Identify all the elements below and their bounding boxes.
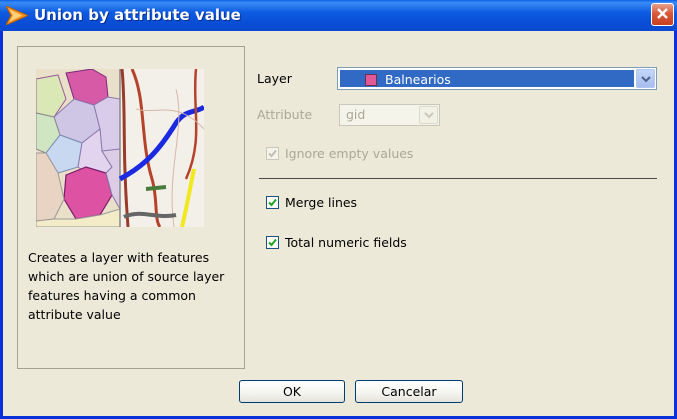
layer-dropdown-button[interactable] — [636, 69, 655, 88]
attribute-select[interactable]: gid — [339, 104, 440, 126]
cancel-button[interactable]: Cancelar — [355, 380, 463, 403]
merge-lines-checkbox[interactable] — [266, 196, 279, 209]
union-map-illustration — [36, 69, 204, 227]
ignore-empty-label: Ignore empty values — [285, 146, 414, 161]
checkmark-icon — [268, 236, 277, 250]
chevron-down-icon — [423, 108, 434, 122]
separator — [259, 178, 657, 180]
layer-value: Balnearios — [385, 72, 451, 87]
title-bar[interactable]: Union by attribute value — [0, 0, 677, 31]
checkmark-icon — [268, 147, 277, 161]
attribute-value: gid — [346, 107, 366, 122]
close-icon — [656, 7, 669, 23]
total-numeric-checkbox[interactable] — [266, 236, 279, 249]
merge-lines-label: Merge lines — [285, 195, 358, 210]
ok-button[interactable]: OK — [239, 380, 345, 403]
chevron-down-icon — [640, 72, 651, 86]
layer-selection-highlight: Balnearios — [340, 70, 634, 87]
window-title: Union by attribute value — [34, 6, 241, 24]
layer-label: Layer — [257, 71, 292, 86]
attribute-label: Attribute — [257, 107, 313, 122]
description-text: Creates a layer with features which are … — [28, 250, 225, 322]
layer-color-swatch — [365, 74, 377, 86]
close-button[interactable] — [651, 3, 674, 26]
ignore-empty-checkbox[interactable] — [266, 147, 279, 160]
dialog-window: Union by attribute value Creates a layer… — [0, 0, 677, 419]
layer-select[interactable]: Balnearios — [337, 67, 657, 90]
attribute-dropdown-button[interactable] — [419, 106, 438, 124]
info-panel: Creates a layer with features which are … — [17, 46, 245, 369]
checkmark-icon — [268, 196, 277, 210]
total-numeric-label: Total numeric fields — [285, 235, 407, 250]
plugin-arrow-icon — [4, 4, 30, 27]
